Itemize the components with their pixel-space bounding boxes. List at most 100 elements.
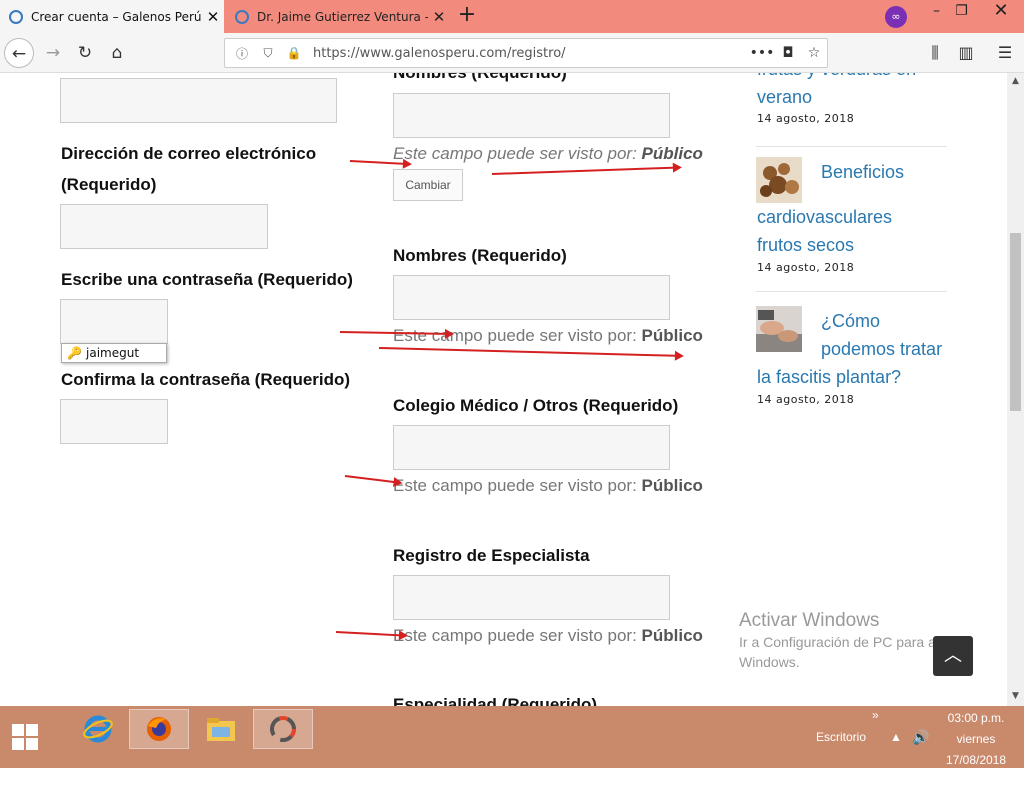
tab-bar: Crear cuenta – Galenos Perú ✕ Dr. Jaime … (0, 0, 1024, 33)
home-button[interactable]: ⌂ (102, 38, 132, 68)
clock[interactable]: 03:00 p.m. viernes 17/08/2018 (930, 708, 1022, 771)
desktop-toolbar-label[interactable]: Escritorio (816, 730, 866, 792)
college-input[interactable] (393, 425, 670, 470)
bookmark-star-icon[interactable]: ☆ (801, 45, 827, 61)
email-label-line1: Dirección de correo electrónico (61, 144, 317, 163)
visibility-prefix: Este campo puede ser visto por: (393, 476, 637, 495)
sidebar-post-link[interactable]: la fascitis plantar? (757, 363, 901, 391)
menu-hamburger-icon[interactable]: ☰ (990, 38, 1020, 68)
password-autocomplete-suggestion[interactable]: 🔑 jaimegut (61, 343, 167, 363)
visibility-prefix: Este campo puede ser visto por: (393, 326, 637, 345)
visibility-prefix: Este campo puede ser visto por: (393, 626, 637, 645)
specialist-registry-label: Registro de Especialista (393, 546, 590, 565)
new-tab-button[interactable]: + (455, 4, 479, 28)
url-domain: https://www.galenosperu.com (313, 45, 507, 61)
tab-title: Dr. Jaime Gutierrez Ventura - Ga (257, 9, 428, 24)
confirm-password-label: Confirma la contraseña (Requerido) (61, 370, 351, 389)
email-label-line2: (Requerido) (61, 175, 157, 194)
page-actions-button[interactable]: ••• (749, 45, 775, 61)
lock-icon: 🔒 (286, 46, 302, 60)
specialty-label: Especialidad (Requerido) (393, 695, 598, 706)
names-label-top: Nombres (Requerido) (393, 73, 567, 88)
url-path: /registro/ (506, 45, 566, 61)
firefox-icon[interactable] (129, 709, 189, 749)
password-input[interactable] (60, 299, 168, 344)
sidebar-post-link[interactable]: podemos tratar (821, 335, 942, 363)
names-input-top[interactable] (393, 93, 670, 138)
password-label: Escribe una contraseña (Requerido) (61, 270, 353, 289)
galenos-favicon-icon (9, 9, 23, 24)
confirm-password-input[interactable] (60, 399, 168, 444)
tray-chevron[interactable]: » (872, 708, 879, 770)
annotation-arrow (491, 166, 680, 175)
file-explorer-icon[interactable] (191, 709, 251, 749)
windows-logo-icon (12, 724, 38, 750)
scroll-to-top-button[interactable]: ︿ (933, 636, 973, 676)
visibility-value: Público (641, 476, 703, 495)
foot-thumbnail-image[interactable] (756, 306, 802, 352)
previous-field-input[interactable] (60, 78, 337, 123)
screencast-app-icon[interactable] (253, 709, 313, 749)
nuts-thumbnail-image[interactable] (756, 157, 802, 203)
email-input[interactable] (60, 204, 268, 249)
sidebar-post-date: 14 agosto, 2018 (757, 112, 855, 125)
start-button[interactable] (0, 706, 50, 768)
tab-title: Crear cuenta – Galenos Perú (31, 9, 202, 24)
private-browsing-mask-icon: ∞ (885, 6, 907, 28)
url-bar[interactable]: ⓘ ⛉ 🔒 https://www.galenosperu.com/regist… (224, 38, 828, 68)
internet-explorer-icon[interactable] (68, 709, 128, 749)
pocket-icon[interactable]: ◘ (775, 45, 801, 61)
volume-icon[interactable]: 🔊 (912, 729, 929, 791)
visibility-hint-1: Este campo puede ser visto por: Público (393, 144, 703, 164)
forward-button[interactable]: → (38, 38, 68, 68)
close-window-button[interactable]: ✕ (978, 0, 1024, 33)
taskbar: » Escritorio ▲ 🔊 03:00 p.m. viernes 17/0… (0, 706, 1024, 768)
sidebar-post-link[interactable]: ¿Cómo (821, 307, 880, 335)
navigation-bar: ← → ↻ ⌂ ⓘ ⛉ 🔒 https://www.galenosperu.co… (0, 33, 1024, 73)
tab-dr-jaime[interactable]: Dr. Jaime Gutierrez Ventura - Ga ✕ (226, 0, 450, 33)
maximize-button[interactable]: ❐ (945, 0, 978, 33)
divider (756, 146, 947, 147)
college-label: Colegio Médico / Otros (Requerido) (393, 396, 679, 415)
watermark-title: Activar Windows (739, 610, 880, 631)
specialist-registry-input[interactable] (393, 575, 670, 620)
page-content: Dirección de correo electrónico (Requeri… (0, 73, 1024, 706)
annotation-arrow (378, 347, 682, 357)
sidebar-post-link[interactable]: cardiovasculares frutos secos (757, 203, 942, 259)
names-label: Nombres (Requerido) (393, 246, 567, 265)
autocomplete-value: jaimegut (86, 346, 140, 360)
close-tab-icon[interactable]: ✕ (428, 8, 450, 26)
galenos-favicon-icon (235, 9, 249, 24)
visibility-prefix: Este campo puede ser visto por: (393, 144, 637, 163)
visibility-hint-2: Este campo puede ser visto por: Público (393, 326, 703, 346)
visibility-value: Público (641, 326, 703, 345)
vertical-scrollbar[interactable]: ▲ ▼ (1007, 73, 1024, 706)
sidebar-post-date: 14 agosto, 2018 (757, 393, 855, 406)
scroll-up-arrow-icon[interactable]: ▲ (1007, 76, 1024, 86)
sidebar-post-link[interactable]: Beneficios (821, 158, 904, 186)
change-visibility-button[interactable]: Cambiar (393, 169, 463, 201)
sidebar-toggle-icon[interactable]: ▥ (951, 38, 981, 68)
clock-day: viernes (956, 732, 996, 746)
tab-crear-cuenta[interactable]: Crear cuenta – Galenos Perú ✕ (0, 0, 224, 33)
shield-icon[interactable]: ⛉ (259, 46, 277, 61)
info-icon[interactable]: ⓘ (233, 45, 251, 62)
visibility-hint-4: Este campo puede ser visto por: Público (393, 626, 703, 646)
back-button[interactable]: ← (4, 38, 34, 68)
key-icon: 🔑 (67, 346, 82, 360)
show-hidden-icons-icon[interactable]: ▲ (890, 730, 902, 792)
clock-time: 03:00 p.m. (947, 711, 1005, 725)
close-tab-icon[interactable]: ✕ (202, 8, 224, 26)
visibility-value: Público (641, 144, 703, 163)
names-input[interactable] (393, 275, 670, 320)
reload-button[interactable]: ↻ (70, 38, 100, 68)
visibility-hint-3: Este campo puede ser visto por: Público (393, 476, 703, 496)
url-text[interactable]: https://www.galenosperu.com/registro/ (313, 46, 749, 61)
divider (756, 291, 947, 292)
visibility-value: Público (641, 626, 703, 645)
library-icon[interactable]: ⫼ (920, 38, 950, 68)
sidebar-post-link[interactable]: frutas y verduras en verano (757, 73, 942, 111)
sidebar-post-date: 14 agosto, 2018 (757, 261, 855, 274)
scroll-down-arrow-icon[interactable]: ▼ (1007, 691, 1024, 701)
scrollbar-thumb[interactable] (1010, 233, 1021, 411)
